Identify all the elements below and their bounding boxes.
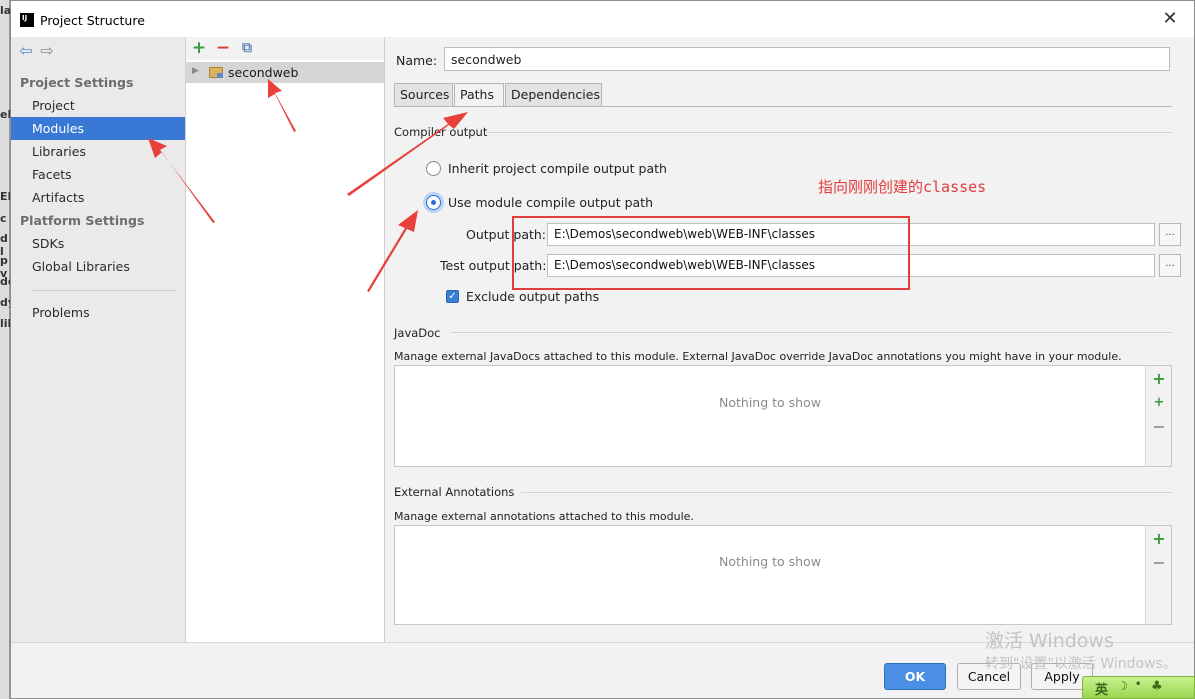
background-fragment: c	[0, 212, 7, 225]
tab-sources[interactable]: Sources	[394, 83, 453, 107]
ime-toolbar[interactable]: 英 ☽ • ♣	[1082, 676, 1195, 699]
nav-divider	[32, 290, 176, 291]
test-output-path-browse-button[interactable]: ...	[1159, 254, 1181, 277]
background-window-edge: la eb c EE d l p v de dy lib	[0, 0, 15, 699]
inherit-radio[interactable]	[426, 161, 441, 176]
windows-activation-subtext: 转到"设置"以激活 Windows。	[985, 656, 1177, 672]
module-tree-pane: + − ⧉ ▶ secondweb	[186, 37, 385, 642]
module-name-field[interactable]	[444, 47, 1170, 71]
name-label: Name:	[396, 53, 438, 68]
back-arrow-icon[interactable]: ⇦	[17, 43, 35, 61]
intellij-logo-icon: IJ	[20, 13, 34, 27]
copy-icon[interactable]: ⧉	[238, 38, 256, 58]
nav-item-libraries[interactable]: Libraries	[11, 140, 185, 163]
javadoc-table-toolbar: + + −	[1145, 366, 1171, 466]
exclude-output-checkbox[interactable]: ✓	[446, 290, 459, 303]
module-output-radio-label: Use module compile output path	[448, 195, 654, 210]
project-structure-dialog: IJ Project Structure ✕ ⇦ ⇨ Project Settin…	[10, 0, 1195, 699]
windows-activation-watermark: 激活 Windows	[985, 630, 1114, 652]
exclude-output-label: Exclude output paths	[466, 289, 600, 304]
dialog-title: Project Structure	[40, 13, 145, 28]
forward-arrow-icon[interactable]: ⇨	[38, 43, 56, 61]
external-annotations-description: Manage external annotations attached to …	[394, 510, 694, 523]
external-annotations-table[interactable]: Nothing to show + −	[394, 525, 1172, 625]
output-path-browse-button[interactable]: ...	[1159, 223, 1181, 246]
section-platform-settings: Platform Settings	[20, 213, 145, 228]
external-annotations-toolbar: + −	[1145, 526, 1171, 624]
title-bar: IJ Project Structure ✕	[11, 1, 1194, 37]
nav-item-sdks[interactable]: SDKs	[11, 232, 185, 255]
settings-nav: ⇦ ⇨ Project Settings Project Modules Libr…	[11, 37, 186, 642]
ime-shirt-icon[interactable]: ♣	[1151, 679, 1163, 694]
remove-icon[interactable]: −	[214, 38, 232, 58]
annotation-highlight-box	[512, 216, 910, 290]
nav-history: ⇦ ⇨	[17, 43, 59, 61]
add-icon[interactable]: +	[1152, 531, 1166, 547]
add-icon[interactable]: +	[190, 38, 208, 58]
ime-language-label[interactable]: 英	[1095, 679, 1108, 698]
javadoc-empty-text: Nothing to show	[719, 395, 821, 410]
nav-item-global-libraries[interactable]: Global Libraries	[11, 255, 185, 278]
external-annotations-title: External Annotations	[394, 485, 515, 499]
expand-arrow-icon[interactable]: ▶	[192, 66, 199, 76]
add-icon[interactable]: +	[1152, 371, 1166, 387]
module-toolbar: + − ⧉	[186, 37, 384, 60]
group-divider	[521, 492, 1172, 493]
tab-dependencies[interactable]: Dependencies	[505, 83, 602, 107]
ime-moon-icon[interactable]: ☽	[1117, 679, 1128, 693]
section-project-settings: Project Settings	[20, 75, 134, 90]
group-divider	[486, 132, 1172, 133]
nav-item-modules[interactable]: Modules	[11, 117, 185, 140]
add-url-icon[interactable]: +	[1152, 396, 1166, 410]
compiler-output-title: Compiler output	[394, 125, 488, 139]
module-details: Name: Sources Paths Dependencies Compile…	[386, 37, 1194, 642]
ok-button[interactable]: OK	[884, 663, 946, 690]
javadoc-table[interactable]: Nothing to show + + −	[394, 365, 1172, 467]
annotation-note: 指向刚刚创建的classes	[818, 178, 987, 196]
javadoc-title: JavaDoc	[394, 326, 441, 340]
javadoc-description: Manage external JavaDocs attached to thi…	[394, 350, 1122, 363]
tree-row-module[interactable]: ▶ secondweb	[186, 62, 384, 83]
nav-item-artifacts[interactable]: Artifacts	[11, 186, 185, 209]
module-output-radio[interactable]	[426, 195, 441, 210]
inherit-radio-label: Inherit project compile output path	[448, 161, 667, 176]
ime-dot-icon[interactable]: •	[1135, 679, 1141, 690]
tab-paths[interactable]: Paths	[454, 83, 504, 107]
group-divider	[451, 332, 1172, 333]
remove-icon[interactable]: −	[1152, 419, 1166, 435]
close-icon[interactable]: ✕	[1160, 9, 1180, 29]
nav-item-facets[interactable]: Facets	[11, 163, 185, 186]
external-annotations-empty-text: Nothing to show	[719, 554, 821, 569]
nav-item-project[interactable]: Project	[11, 94, 185, 117]
tab-divider	[394, 106, 1172, 107]
nav-item-problems[interactable]: Problems	[11, 301, 185, 324]
remove-icon[interactable]: −	[1152, 555, 1166, 571]
module-folder-icon	[209, 67, 223, 78]
module-name: secondweb	[228, 65, 299, 80]
